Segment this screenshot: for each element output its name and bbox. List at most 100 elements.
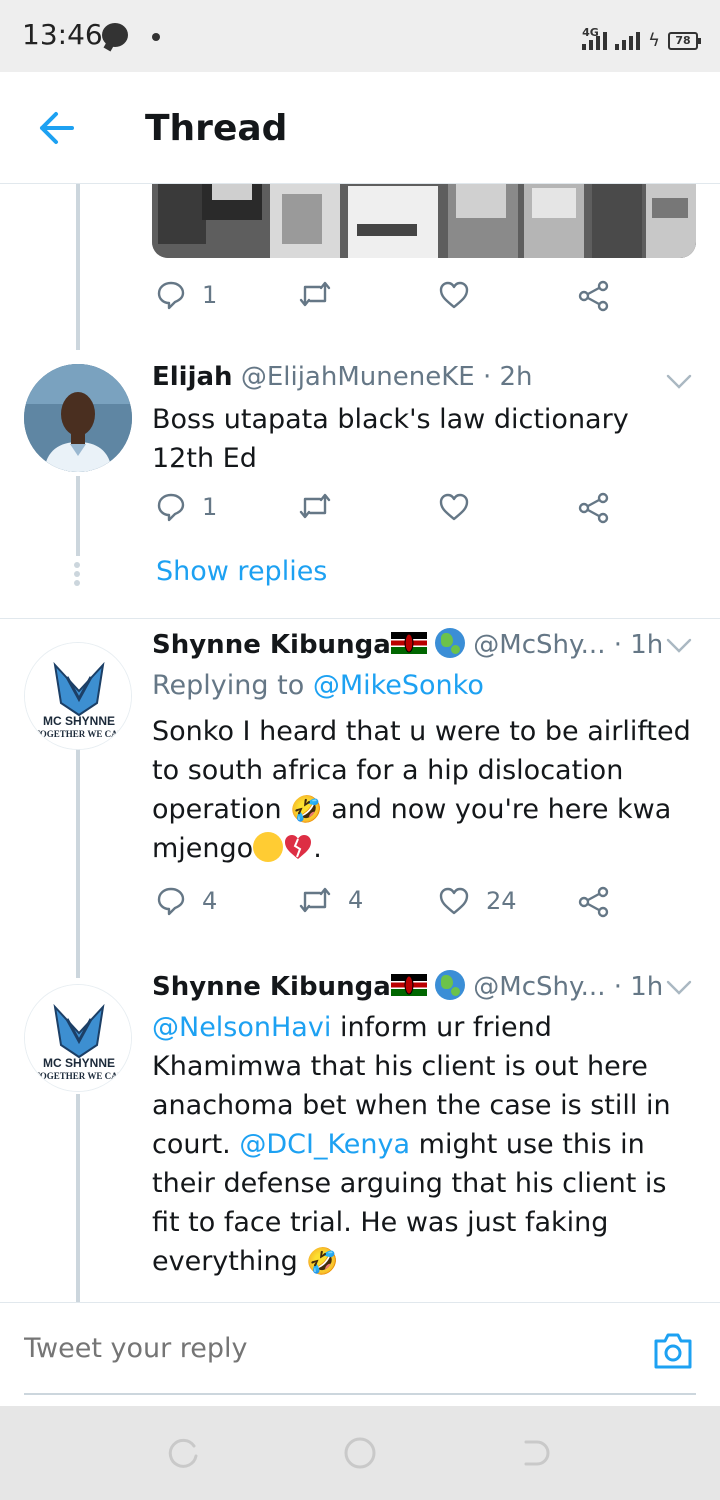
reply-input[interactable] bbox=[24, 1333, 624, 1364]
author-handle[interactable]: @ElijahMuneneKE bbox=[241, 362, 475, 392]
tweet-time: 2h bbox=[499, 362, 533, 392]
avatar[interactable]: MC SHYNNE TOGETHER WE CAN bbox=[24, 984, 132, 1092]
retweet-icon bbox=[299, 887, 331, 913]
profile-photo bbox=[24, 364, 132, 472]
chevron-down-icon[interactable] bbox=[666, 980, 692, 996]
share-icon bbox=[578, 492, 609, 524]
share-button[interactable] bbox=[578, 492, 610, 524]
separator-dot: · bbox=[613, 630, 622, 660]
like-button[interactable]: 24 bbox=[438, 886, 517, 916]
show-replies-link[interactable]: Show replies bbox=[156, 556, 327, 587]
author-handle[interactable]: @McShy... bbox=[473, 630, 605, 660]
signal-4g-icon: 4G bbox=[582, 26, 608, 50]
tweet-header: Shynne Kibunga @McShy... · 1h bbox=[152, 969, 664, 1003]
retweet-button[interactable] bbox=[298, 280, 332, 308]
retweet-icon bbox=[299, 281, 331, 307]
tweet-actions: 4 4 24 bbox=[152, 886, 672, 926]
eye-roll-emoji-icon bbox=[253, 831, 284, 862]
mc-shynne-logo: MC SHYNNE TOGETHER WE CAN bbox=[25, 985, 131, 1091]
reply-count: 1 bbox=[202, 281, 218, 309]
heart-icon bbox=[439, 493, 469, 521]
mention-link[interactable]: @DCI_Kenya bbox=[239, 1129, 410, 1160]
mc-shynne-logo: MC SHYNNE TOGETHER WE CAN bbox=[25, 643, 131, 749]
author-name[interactable]: Shynne Kibunga bbox=[152, 972, 391, 1002]
avatar[interactable]: MC SHYNNE TOGETHER WE CAN bbox=[24, 642, 132, 750]
camera-button[interactable] bbox=[652, 1331, 694, 1371]
status-bar: 13:46 4G ϟ 78 bbox=[0, 0, 720, 72]
broken-heart-emoji-icon bbox=[285, 834, 312, 859]
back-nav-button[interactable] bbox=[520, 1436, 554, 1470]
globe-icon bbox=[435, 627, 466, 658]
author-handle[interactable]: @McShy... bbox=[473, 972, 605, 1002]
camera-icon bbox=[654, 1333, 692, 1369]
input-underline bbox=[24, 1393, 696, 1395]
reply-icon bbox=[157, 887, 185, 916]
system-navigation-bar bbox=[0, 1406, 720, 1500]
logo-text: MC SHYNNE bbox=[43, 1056, 115, 1070]
retweet-icon bbox=[299, 493, 331, 519]
reply-count: 4 bbox=[202, 887, 218, 915]
books-photo bbox=[152, 184, 696, 258]
like-button[interactable] bbox=[438, 280, 470, 310]
status-time: 13:46 bbox=[22, 18, 103, 51]
author-name[interactable]: Elijah bbox=[152, 362, 233, 392]
retweet-button[interactable] bbox=[298, 492, 332, 520]
charging-icon: ϟ bbox=[648, 30, 660, 51]
mention-link[interactable]: @NelsonHavi bbox=[152, 1012, 331, 1043]
retweet-count: 4 bbox=[348, 886, 364, 914]
tweet-time: 1h bbox=[630, 972, 664, 1002]
replying-prefix: Replying to bbox=[152, 670, 305, 701]
like-count: 24 bbox=[486, 887, 517, 915]
tweet-time: 1h bbox=[630, 630, 664, 660]
rofl-emoji-icon: 🤣 bbox=[290, 795, 323, 825]
reply-button[interactable]: 1 bbox=[156, 280, 217, 310]
share-icon bbox=[578, 280, 609, 312]
notification-dot-icon bbox=[152, 33, 160, 41]
recent-apps-icon bbox=[168, 1438, 198, 1468]
back-button[interactable] bbox=[36, 110, 76, 146]
page-title: Thread bbox=[145, 108, 288, 149]
recent-apps-button[interactable] bbox=[166, 1436, 200, 1470]
share-button[interactable] bbox=[578, 886, 610, 918]
author-name[interactable]: Shynne Kibunga bbox=[152, 630, 391, 660]
logo-tagline: TOGETHER WE CAN bbox=[34, 1071, 125, 1081]
tweet-text: Sonko I heard that u were to be airlifte… bbox=[152, 712, 697, 868]
signal-icon bbox=[615, 32, 641, 50]
like-button[interactable] bbox=[438, 492, 470, 522]
logo-tagline: TOGETHER WE CAN bbox=[34, 729, 125, 739]
more-replies-dots bbox=[74, 562, 82, 589]
home-button[interactable] bbox=[343, 1436, 377, 1470]
thread-line bbox=[76, 738, 80, 978]
heart-icon bbox=[439, 281, 469, 309]
chevron-down-icon[interactable] bbox=[666, 374, 692, 390]
chat-notification-icon bbox=[102, 23, 128, 47]
tweet-media-image[interactable] bbox=[152, 184, 696, 258]
reply-composer bbox=[0, 1302, 720, 1406]
globe-icon bbox=[435, 969, 466, 1000]
separator-dot: · bbox=[613, 972, 622, 1002]
network-type-label: 4G bbox=[582, 26, 599, 39]
thread-content: 1 Elijah @ElijahMuneneKE · 2h Boss utapa… bbox=[0, 184, 720, 1302]
avatar[interactable] bbox=[24, 364, 132, 472]
reply-icon bbox=[157, 493, 185, 522]
tweet-header: Elijah @ElijahMuneneKE · 2h bbox=[152, 362, 533, 392]
heart-icon bbox=[439, 887, 469, 915]
share-button[interactable] bbox=[578, 280, 610, 312]
share-icon bbox=[578, 886, 609, 918]
tweet-actions: 1 bbox=[152, 492, 672, 532]
back-nav-icon bbox=[524, 1440, 550, 1466]
chevron-down-icon[interactable] bbox=[666, 638, 692, 654]
kenya-flag-icon bbox=[390, 973, 427, 996]
thread-line bbox=[76, 184, 80, 350]
thread-line bbox=[76, 476, 80, 556]
separator-dot: · bbox=[482, 362, 492, 392]
logo-text: MC SHYNNE bbox=[43, 714, 115, 728]
tweet-header: Shynne Kibunga @McShy... · 1h bbox=[152, 627, 664, 661]
reply-button[interactable]: 4 bbox=[156, 886, 217, 916]
arrow-left-icon bbox=[40, 112, 74, 144]
status-icons: 4G ϟ 78 bbox=[582, 20, 701, 51]
tweet-text: Boss utapata black's law dictionary 12th… bbox=[152, 404, 629, 474]
retweet-button[interactable]: 4 bbox=[298, 886, 363, 914]
mention-link[interactable]: @MikeSonko bbox=[313, 670, 484, 701]
reply-button[interactable]: 1 bbox=[156, 492, 217, 522]
